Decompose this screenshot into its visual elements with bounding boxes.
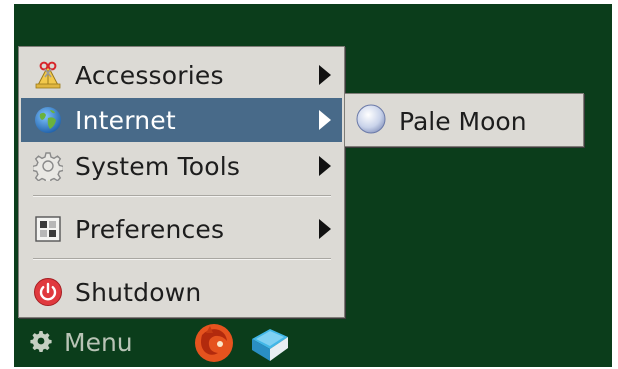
menu-item-shutdown[interactable]: Shutdown — [21, 270, 342, 314]
taskbar: Menu — [14, 322, 612, 367]
menu-separator — [33, 258, 331, 260]
submenu-item-label: Pale Moon — [399, 106, 527, 136]
submenu-arrow-icon — [318, 110, 332, 134]
gear-icon — [30, 330, 52, 356]
launcher-browser[interactable] — [190, 322, 238, 368]
launcher-book[interactable] — [246, 322, 294, 368]
menu-item-preferences[interactable]: Preferences — [21, 207, 342, 251]
menu-item-label: System Tools — [75, 151, 241, 181]
globe-icon — [33, 105, 63, 135]
application-menu: Accessories Internet System Tools Prefer… — [18, 46, 345, 318]
fox-browser-icon — [192, 321, 236, 369]
pale-moon-icon — [355, 103, 387, 139]
menu-item-label: Accessories — [75, 60, 224, 90]
accessories-icon — [33, 60, 63, 90]
internet-submenu: Pale Moon — [344, 93, 584, 147]
submenu-item-pale-moon[interactable]: Pale Moon — [355, 103, 527, 139]
menu-item-label: Preferences — [75, 214, 225, 244]
menu-item-label: Shutdown — [75, 277, 202, 307]
menu-separator — [33, 195, 331, 197]
submenu-arrow-icon — [318, 219, 332, 243]
submenu-arrow-icon — [318, 65, 332, 89]
preferences-icon — [33, 214, 63, 244]
gear-icon — [33, 151, 63, 181]
menu-item-system-tools[interactable]: System Tools — [21, 144, 342, 188]
submenu-arrow-icon — [318, 156, 332, 180]
menu-item-label: Internet — [75, 105, 176, 135]
power-icon — [33, 277, 63, 307]
menu-button-label: Menu — [64, 328, 133, 357]
book-icon — [248, 321, 292, 369]
menu-button[interactable]: Menu — [30, 328, 133, 357]
menu-item-internet[interactable]: Internet — [21, 98, 342, 142]
menu-item-accessories[interactable]: Accessories — [21, 53, 342, 97]
